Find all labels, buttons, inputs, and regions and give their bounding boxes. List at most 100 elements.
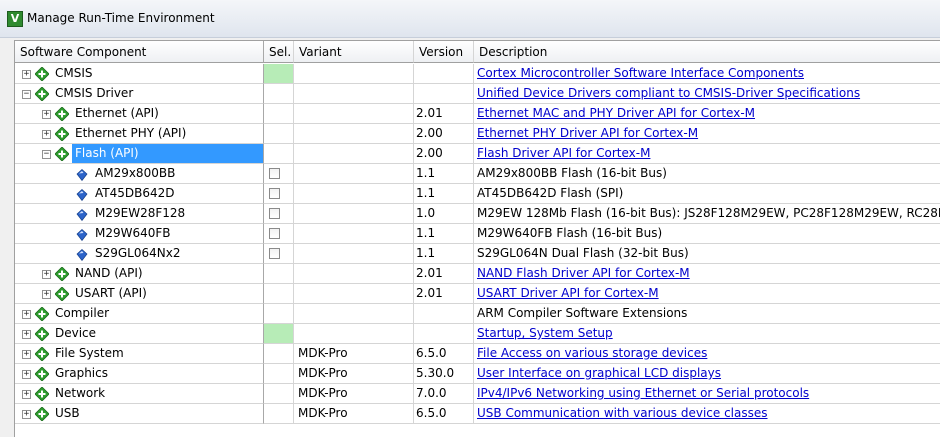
column-header-sel[interactable]: Sel. <box>264 41 294 63</box>
sel-cell[interactable] <box>264 164 294 184</box>
select-checkbox[interactable] <box>269 228 280 239</box>
version-cell: 1.0 <box>414 204 474 224</box>
description-link[interactable]: File Access on various storage devices <box>477 346 707 360</box>
component-name[interactable]: AT45DB642D <box>92 184 178 203</box>
description-link[interactable]: Unified Device Drivers compliant to CMSI… <box>477 86 860 100</box>
component-icon <box>54 266 70 282</box>
component-name[interactable]: Flash (API) <box>72 144 263 163</box>
table-row[interactable]: AM29x800BB 1.1 AM29x800BB Flash (16-bit Bu… <box>15 164 940 184</box>
table-row[interactable]: + Network MDK-Pro 7.0.0 IPv4/IPv6 Networking… <box>15 384 940 404</box>
description-link[interactable]: Ethernet MAC and PHY Driver API for Cort… <box>477 106 755 120</box>
sel-cell <box>264 324 294 344</box>
component-name[interactable]: S29GL064Nx2 <box>92 244 184 263</box>
component-cell: AM29x800BB <box>15 164 264 184</box>
component-name[interactable]: Device <box>52 324 99 343</box>
variant-cell <box>294 84 414 104</box>
component-name[interactable]: NAND (API) <box>72 264 146 283</box>
table-row[interactable]: AT45DB642D 1.1 AT45DB642D Flash (SPI) <box>15 184 940 204</box>
table-row[interactable]: + USART (API) 2.01 USART Driver API for Cor… <box>15 284 940 304</box>
component-icon <box>54 286 70 302</box>
description-link[interactable]: Cortex Microcontroller Software Interfac… <box>477 66 804 80</box>
expand-icon[interactable]: + <box>42 110 51 119</box>
component-name[interactable]: Ethernet PHY (API) <box>72 124 189 143</box>
sel-cell <box>264 124 294 144</box>
sel-cell[interactable] <box>264 224 294 244</box>
variant-cell <box>294 304 414 324</box>
component-name[interactable]: AM29x800BB <box>92 164 178 183</box>
component-name[interactable]: Ethernet (API) <box>72 104 162 123</box>
description-link[interactable]: Startup, System Setup <box>477 326 613 340</box>
component-name[interactable]: M29W640FB <box>92 224 174 243</box>
expand-icon[interactable]: + <box>42 130 51 139</box>
component-name[interactable]: M29EW28F128 <box>92 204 188 223</box>
component-cell: + Compiler <box>15 304 264 324</box>
description-cell: File Access on various storage devices <box>474 344 940 364</box>
description-link[interactable]: IPv4/IPv6 Networking using Ethernet or S… <box>477 386 809 400</box>
sel-cell[interactable] <box>264 184 294 204</box>
leaf-icon <box>76 208 88 222</box>
table-row[interactable]: + File System MDK-Pro 6.5.0 File Access on v… <box>15 344 940 364</box>
component-name[interactable]: USB <box>52 404 83 423</box>
sel-cell[interactable] <box>264 244 294 264</box>
description-link[interactable]: Ethernet PHY Driver API for Cortex-M <box>477 126 698 140</box>
column-header-version[interactable]: Version <box>414 41 474 63</box>
component-name[interactable]: CMSIS <box>52 64 96 83</box>
column-header-component[interactable]: Software Component <box>15 41 264 63</box>
component-cell: + CMSIS <box>15 64 264 84</box>
description-link[interactable]: User Interface on graphical LCD displays <box>477 366 721 380</box>
table-row[interactable]: S29GL064Nx2 1.1 S29GL064N Dual Flash (32-b… <box>15 244 940 264</box>
component-name[interactable]: Graphics <box>52 364 111 383</box>
collapse-icon[interactable]: − <box>42 150 51 159</box>
description-link[interactable]: USB Communication with various device cl… <box>477 406 768 420</box>
select-checkbox[interactable] <box>269 188 280 199</box>
component-name[interactable]: File System <box>52 344 127 363</box>
column-header-description[interactable]: Description <box>474 41 940 63</box>
table-row[interactable]: M29W640FB 1.1 M29W640FB Flash (16-bit Bus) <box>15 224 940 244</box>
table-row[interactable]: + Device Startup, System Setup <box>15 324 940 344</box>
expand-icon[interactable]: + <box>22 390 31 399</box>
select-checkbox[interactable] <box>269 168 280 179</box>
component-name[interactable]: Network <box>52 384 108 403</box>
description-cell: AM29x800BB Flash (16-bit Bus) <box>474 164 940 184</box>
table-row[interactable]: + Compiler ARM Compiler Software Extension… <box>15 304 940 324</box>
component-icon <box>34 386 50 402</box>
expand-icon[interactable]: + <box>22 410 31 419</box>
table-row[interactable]: + Graphics MDK-Pro 5.30.0 User Interface on … <box>15 364 940 384</box>
component-name[interactable]: CMSIS Driver <box>52 84 136 103</box>
component-name[interactable]: USART (API) <box>72 284 150 303</box>
table-row[interactable]: M29EW28F128 1.0 M29EW 128Mb Flash (16-bit … <box>15 204 940 224</box>
table-row[interactable]: + Ethernet (API) 2.01 Ethernet MAC and PHY … <box>15 104 940 124</box>
select-checkbox[interactable] <box>269 248 280 259</box>
version-cell: 6.5.0 <box>414 404 474 424</box>
table-row[interactable]: − Flash (API) 2.00 Flash Driver API for Cor… <box>15 144 940 164</box>
expand-icon[interactable]: + <box>22 370 31 379</box>
expand-icon[interactable]: + <box>22 310 31 319</box>
expand-icon[interactable]: + <box>22 350 31 359</box>
table-row[interactable]: + USB MDK-Pro 6.5.0 USB Communication with v… <box>15 404 940 424</box>
component-icon <box>34 86 50 102</box>
component-cell: M29W640FB <box>15 224 264 244</box>
version-cell <box>414 64 474 84</box>
description-cell: M29EW 128Mb Flash (16-bit Bus): JS28F128… <box>474 204 940 224</box>
description-cell: ARM Compiler Software Extensions <box>474 304 940 324</box>
version-cell <box>414 324 474 344</box>
table-row[interactable]: + NAND (API) 2.01 NAND Flash Driver API for… <box>15 264 940 284</box>
variant-cell: MDK-Pro <box>294 344 414 364</box>
expand-icon[interactable]: + <box>22 70 31 79</box>
sel-cell[interactable] <box>264 204 294 224</box>
expand-icon[interactable]: + <box>42 270 51 279</box>
component-name[interactable]: Compiler <box>52 304 112 323</box>
table-row[interactable]: − CMSIS Driver Unified Device Drivers comp… <box>15 84 940 104</box>
description-link[interactable]: NAND Flash Driver API for Cortex-M <box>477 266 690 280</box>
table-row[interactable]: + CMSIS Cortex Microcontroller Software In… <box>15 64 940 84</box>
sel-cell <box>264 84 294 104</box>
description-link[interactable]: USART Driver API for Cortex-M <box>477 286 659 300</box>
expand-icon[interactable]: + <box>22 330 31 339</box>
collapse-icon[interactable]: − <box>22 90 31 99</box>
description-link[interactable]: Flash Driver API for Cortex-M <box>477 146 650 160</box>
column-header-variant[interactable]: Variant <box>294 41 414 63</box>
table-row[interactable]: + Ethernet PHY (API) 2.00 Ethernet PHY Driv… <box>15 124 940 144</box>
description-cell: User Interface on graphical LCD displays <box>474 364 940 384</box>
expand-icon[interactable]: + <box>42 290 51 299</box>
select-checkbox[interactable] <box>269 208 280 219</box>
